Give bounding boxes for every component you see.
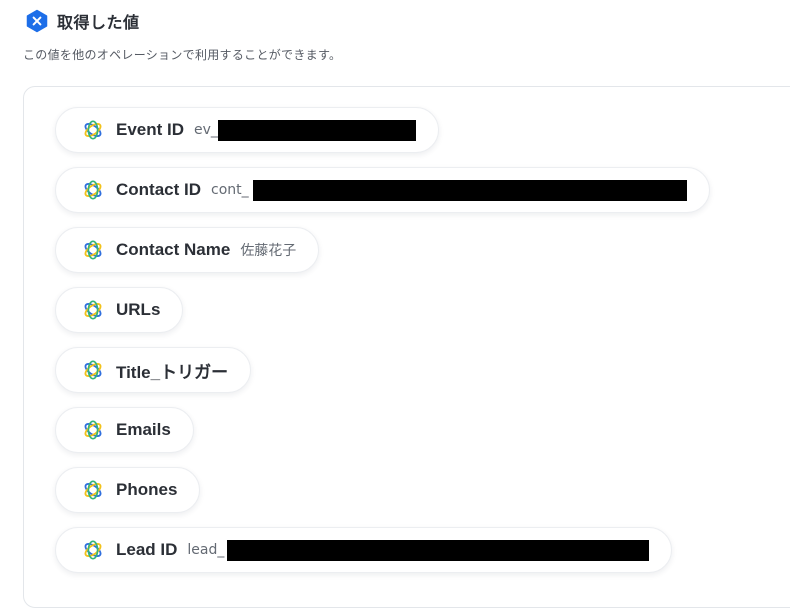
field-label: URLs	[116, 300, 161, 319]
output-field-contact-id[interactable]: Contact ID cont_	[55, 167, 710, 213]
output-field-title-trigger[interactable]: Title_トリガー	[55, 347, 252, 393]
output-field-emails[interactable]: Emails	[55, 407, 194, 453]
field-label: Phones	[116, 480, 178, 499]
field-label: Lead ID	[116, 540, 178, 559]
field-label: Event ID	[116, 120, 185, 139]
output-field-phones[interactable]: Phones	[55, 467, 201, 513]
atom-orbit-icon	[84, 240, 102, 260]
redacted-value-block	[217, 119, 416, 141]
atom-orbit-icon	[84, 540, 102, 560]
redacted-value-block	[227, 539, 650, 561]
field-label: Contact Name	[116, 240, 231, 259]
field-value: cont_	[211, 182, 249, 198]
output-field-contact-name[interactable]: Contact Name 佐藤花子	[55, 227, 320, 273]
field-value: lead_	[187, 542, 225, 558]
output-header: 取得した値	[25, 9, 140, 33]
field-value: ev_	[194, 122, 218, 138]
output-field-urls[interactable]: URLs	[55, 287, 184, 333]
section-description: この値を他のオペレーションで利用することができます。	[23, 48, 342, 62]
atom-orbit-icon	[84, 180, 102, 200]
section-title: 取得した値	[57, 13, 140, 32]
field-value: 佐藤花子	[240, 243, 297, 259]
atom-orbit-icon	[84, 300, 102, 320]
redacted-value-block	[252, 179, 687, 201]
field-label: Contact ID	[116, 180, 201, 199]
atom-orbit-icon	[84, 480, 102, 500]
atom-orbit-icon	[84, 120, 102, 140]
field-label: Emails	[116, 420, 171, 439]
output-field-lead-id[interactable]: Lead ID lead_	[55, 527, 673, 573]
atom-orbit-icon	[84, 420, 102, 440]
output-field-event-id[interactable]: Event ID ev_	[55, 107, 439, 153]
field-label: Title_トリガー	[116, 362, 229, 382]
yoom-x-badge-icon	[26, 9, 48, 33]
atom-orbit-icon	[84, 360, 102, 380]
